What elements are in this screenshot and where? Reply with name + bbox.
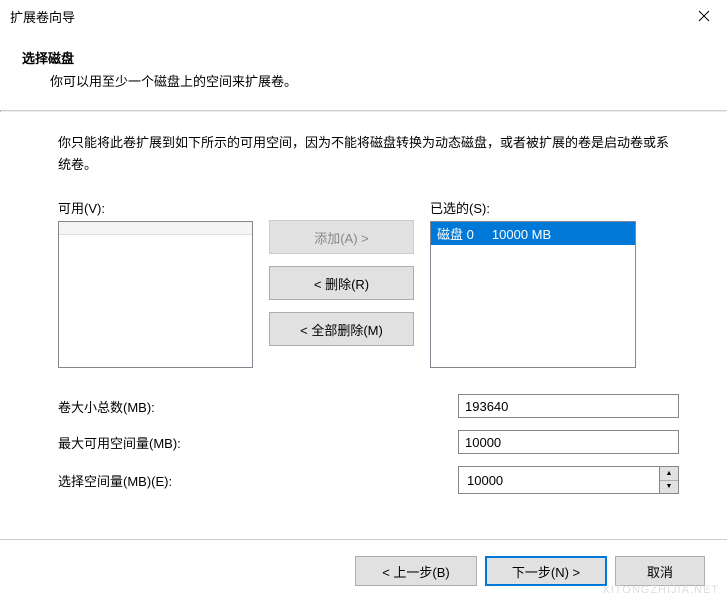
spin-down-button[interactable]: ▼ [660,481,678,494]
available-label: 可用(V): [58,198,253,217]
spin-buttons: ▲ ▼ [659,466,679,494]
spin-up-button[interactable]: ▲ [660,467,678,481]
remove-all-button[interactable]: < 全部删除(M) [269,312,414,346]
select-space-spinner: ▲ ▼ [458,466,679,494]
disk-selector: 可用(V): 添加(A) > < 删除(R) < 全部删除(M) 已选的(S):… [58,198,679,368]
close-icon [698,10,710,22]
total-size-row: 卷大小总数(MB): 193640 [58,394,679,418]
add-button: 添加(A) > [269,220,414,254]
available-listbox[interactable] [58,221,253,368]
selected-column: 已选的(S): 磁盘 0 10000 MB [430,198,636,368]
available-column: 可用(V): [58,198,253,368]
max-avail-label: 最大可用空间量(MB): [58,433,458,452]
description-text: 你只能将此卷扩展到如下所示的可用空间，因为不能将磁盘转换为动态磁盘，或者被扩展的… [58,132,679,176]
total-size-value: 193640 [458,394,679,418]
header: 选择磁盘 你可以用至少一个磁盘上的空间来扩展卷。 [0,32,727,110]
total-size-label: 卷大小总数(MB): [58,397,458,416]
transfer-buttons: 添加(A) > < 删除(R) < 全部删除(M) [269,198,414,368]
select-space-label: 选择空间量(MB)(E): [58,471,458,490]
content: 你只能将此卷扩展到如下所示的可用空间，因为不能将磁盘转换为动态磁盘，或者被扩展的… [0,112,727,514]
next-button[interactable]: 下一步(N) > [485,556,607,586]
window-title: 扩展卷向导 [10,7,75,26]
titlebar: 扩展卷向导 [0,0,727,32]
max-avail-value: 10000 [458,430,679,454]
selected-label: 已选的(S): [430,198,636,217]
select-space-input[interactable] [458,466,659,494]
page-subtitle: 你可以用至少一个磁盘上的空间来扩展卷。 [22,71,705,90]
cancel-button[interactable]: 取消 [615,556,705,586]
remove-button[interactable]: < 删除(R) [269,266,414,300]
selected-listbox[interactable]: 磁盘 0 10000 MB [430,221,636,368]
select-space-row: 选择空间量(MB)(E): ▲ ▼ [58,466,679,494]
fields: 卷大小总数(MB): 193640 最大可用空间量(MB): 10000 选择空… [58,394,679,494]
footer: < 上一步(B) 下一步(N) > 取消 [0,539,727,602]
back-button[interactable]: < 上一步(B) [355,556,477,586]
close-button[interactable] [681,0,727,32]
list-item[interactable]: 磁盘 0 10000 MB [431,222,635,245]
page-title: 选择磁盘 [22,48,705,67]
max-avail-row: 最大可用空间量(MB): 10000 [58,430,679,454]
